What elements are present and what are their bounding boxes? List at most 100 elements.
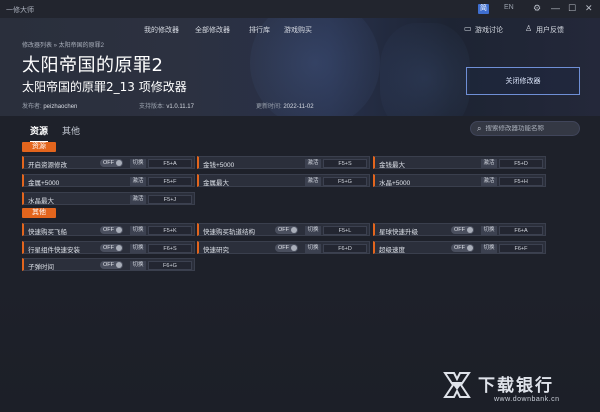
watermark: 下载银行 www.downbank.cn [442,368,592,408]
hotkey-field[interactable]: F5+F [148,177,192,186]
hotkey-field[interactable]: F5+S [323,159,367,168]
close-icon[interactable]: ✕ [585,3,593,13]
toggle-state: OFF [278,227,289,233]
cheat-label: 超级速度 [379,247,405,254]
cheat-action-button[interactable]: 切换 [130,261,146,270]
cheat-action-button[interactable]: 激活 [481,159,497,168]
cheat-item: 快速购买轨道结构 OFF 切换 F5+L [197,223,370,236]
cheat-toggle[interactable]: OFF [100,159,123,167]
toggle-knob [291,245,297,251]
cheat-toggle[interactable]: OFF [100,244,123,252]
nav-game-purchase[interactable]: 游戏购买 [284,25,312,35]
hotkey-field[interactable]: F6+D [323,244,367,253]
cheat-action-button[interactable]: 切换 [481,226,497,235]
nav-all-trainers[interactable]: 全部修改器 [195,25,230,35]
cheat-label: 金钱最大 [379,162,405,169]
cheat-action-button[interactable]: 切换 [130,226,146,235]
hotkey-field[interactable]: F5+J [148,195,192,204]
updated-label: 更新时间: [256,104,282,110]
cheat-action-button[interactable]: 切换 [130,244,146,253]
cheat-action-button[interactable]: 激活 [305,177,321,186]
cheat-action-button[interactable]: 激活 [130,195,146,204]
lang-en-button[interactable]: EN [504,4,514,11]
hotkey-field[interactable]: F5+H [499,177,543,186]
cheat-toggle[interactable]: OFF [100,226,123,234]
user-icon[interactable]: ♙ [525,24,532,33]
cheat-label: 金钱+5000 [203,162,235,169]
cheat-toggle[interactable]: OFF [275,244,298,252]
cheat-label: 星球快速升级 [379,229,418,236]
publisher-value: peizhaochen [43,104,78,110]
publisher-info: 发布者: peizhaochen [22,101,77,110]
updated-value: 2022-11-02 [283,104,314,110]
hotkey-field[interactable]: F6+G [148,261,192,270]
toggle-knob [116,262,122,268]
watermark-text: 下载银行 [478,376,554,396]
section-header: 资源 [22,142,56,152]
cheat-action-button[interactable]: 切换 [130,159,146,168]
search-icon: ⌕ [477,123,482,133]
toggle-state: OFF [454,245,465,251]
hotkey-field[interactable]: F5+D [499,159,543,168]
hotkey-field[interactable]: F5+L [323,226,367,235]
cheat-item: 金钱+5000 激活 F5+S [197,156,370,169]
chat-icon[interactable]: ▭ [464,24,472,33]
cheat-toggle[interactable]: OFF [451,244,474,252]
cheat-action-button[interactable]: 激活 [481,177,497,186]
version-label: 支持版本: [139,104,165,110]
cheat-toggle[interactable]: OFF [451,226,474,234]
toggle-knob [116,227,122,233]
cheat-label: 子弹时间 [28,264,54,271]
close-trainer-button[interactable]: 关闭修改器 [466,67,580,95]
minimize-icon[interactable]: — [551,3,560,13]
hotkey-field[interactable]: F6+F [499,244,543,253]
search-box[interactable]: ⌕ [470,121,580,136]
nav-ranking[interactable]: 排行库 [249,25,270,35]
version-value: v1.0.11.17 [166,104,194,110]
tab-resources[interactable]: 资源 [30,124,49,143]
cheat-item: 快速购买飞船 OFF 切换 F5+K [22,223,195,236]
cheat-label: 快速研究 [203,247,229,254]
nav-user-feedback[interactable]: 用户反馈 [536,25,564,35]
cheat-toggle[interactable]: OFF [275,226,298,234]
cheat-label: 水晶最大 [28,198,54,205]
hotkey-field[interactable]: F5+A [148,159,192,168]
cheat-label: 行星组件快速安装 [28,247,80,254]
hotkey-field[interactable]: F5+K [148,226,192,235]
toggle-state: OFF [103,245,114,251]
cheat-action-button[interactable]: 切换 [305,244,321,253]
page-subtitle: 太阳帝国的原罪2_13 项修改器 [22,80,187,94]
toggle-knob [467,245,473,251]
cheat-action-button[interactable]: 切换 [305,226,321,235]
cheat-action-button[interactable]: 切换 [481,244,497,253]
hotkey-field[interactable]: F6+A [499,226,543,235]
cheat-action-button[interactable]: 激活 [130,177,146,186]
title-bar: 一修大师 简 EN ⚙ — ☐ ✕ [0,0,600,18]
maximize-icon[interactable]: ☐ [568,3,576,13]
toggle-knob [116,160,122,166]
toggle-knob [116,245,122,251]
breadcrumb[interactable]: 修改器列表 » 太阳帝国的原罪2 [22,40,104,49]
lang-cn-button[interactable]: 简 [478,4,489,14]
toggle-state: OFF [278,245,289,251]
cheat-item: 行星组件快速安装 OFF 切换 F6+S [22,241,195,254]
search-input[interactable] [485,125,574,132]
cheat-action-button[interactable]: 激活 [305,159,321,168]
cheat-item: 水晶最大 激活 F5+J [22,192,195,205]
cheat-item: 开启资源修改 OFF 切换 F5+A [22,156,195,169]
toggle-knob [291,227,297,233]
gear-icon[interactable]: ⚙ [533,3,541,13]
cheat-item: 金属最大 激活 F5+G [197,174,370,187]
cheat-toggle[interactable]: OFF [100,261,123,269]
hotkey-field[interactable]: F6+S [148,244,192,253]
cheat-item: 快速研究 OFF 切换 F6+D [197,241,370,254]
tab-bar: 资源 其他 [30,124,80,143]
nav-my-trainers[interactable]: 我的修改器 [144,25,179,35]
toggle-knob [467,227,473,233]
updated-info: 更新时间: 2022-11-02 [256,101,314,110]
cheat-item: 金属+5000 激活 F5+F [22,174,195,187]
tab-other[interactable]: 其他 [62,124,80,143]
hotkey-field[interactable]: F5+G [323,177,367,186]
nav-game-discussion[interactable]: 游戏讨论 [475,25,503,35]
cheat-label: 快速购买飞船 [28,229,67,236]
